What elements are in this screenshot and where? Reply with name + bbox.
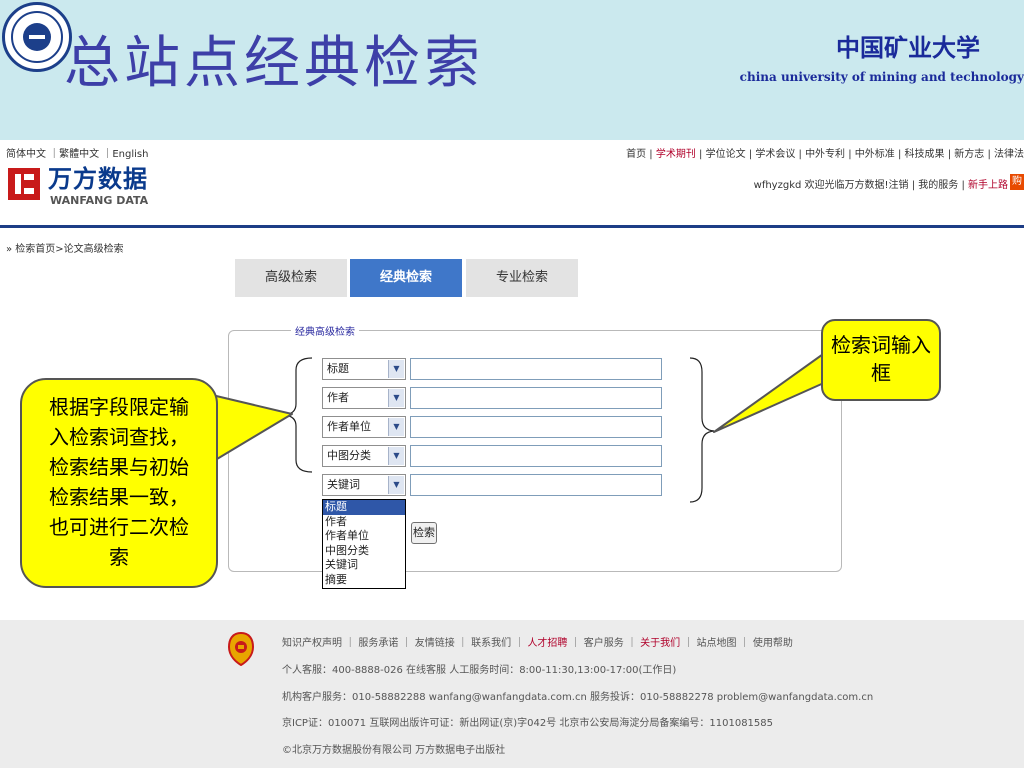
footer-link[interactable]: 人才招聘 [527, 638, 567, 649]
footer-customer-service: 个人客服：400-8888-026 在线客服 人工服务时间：8:00-11:30… [282, 665, 677, 676]
callout-field-explanation: 根据字段限定输入检索词查找，检索结果与初始检索结果一致，也可进行二次检索 [20, 378, 218, 588]
footer-link[interactable]: 关于我们 [640, 638, 680, 649]
footer-copyright: ©北京万方数据股份有限公司 万方数据电子出版社 [282, 745, 506, 756]
footer-institution-service: 机构客户服务：010-58882288 wanfang@wanfangdata.… [282, 692, 874, 703]
footer-link[interactable]: 客户服务 [584, 638, 624, 649]
footer-link[interactable]: 服务承诺 [358, 638, 398, 649]
footer-link[interactable]: 友情链接 [415, 638, 455, 649]
footer-icp: 京ICP证：010071 互联网出版许可证：新出网证(京)字042号 北京市公安… [282, 718, 774, 729]
footer-emblem-icon [228, 632, 254, 666]
footer-link[interactable]: 使用帮助 [753, 638, 793, 649]
footer-link[interactable]: 站点地图 [697, 638, 737, 649]
footer-link[interactable]: 联系我们 [471, 638, 511, 649]
footer-link[interactable]: 知识产权声明 [282, 638, 342, 649]
footer-links: 知识产权声明 ｜ 服务承诺 ｜ 友情链接 ｜ 联系我们 ｜ 人才招聘 ｜ 客户服… [282, 638, 793, 649]
callout-input-box: 检索词输入框 [821, 319, 941, 401]
